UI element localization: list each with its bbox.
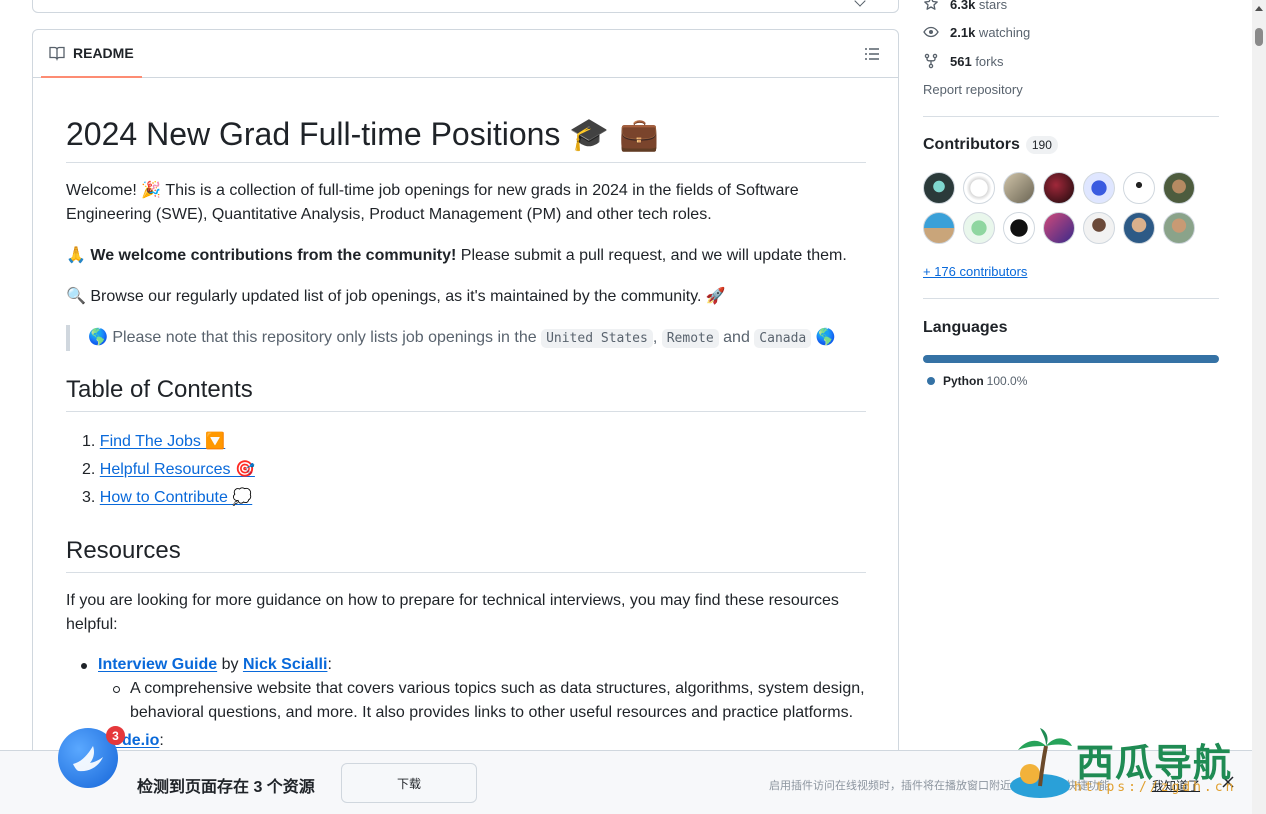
language-color-dot (927, 377, 935, 385)
language-item-python[interactable]: Python 100.0% (927, 374, 1027, 388)
readme-content: 2024 New Grad Full-time Positions 🎓 💼 We… (66, 108, 866, 753)
readme-header: README (33, 30, 898, 78)
scroll-up-arrow-icon[interactable] (1255, 6, 1263, 11)
resources-heading: Resources (66, 536, 866, 573)
code-remote: Remote (661, 329, 719, 348)
avatar[interactable] (963, 212, 995, 244)
browse-paragraph: 🔍 Browse our regularly updated list of j… (66, 284, 866, 309)
toc-link-how-to-contribute[interactable]: How to Contribute 💭 (100, 489, 252, 506)
nick-scialli-link[interactable]: Nick Scialli (243, 656, 328, 673)
chevron-down-icon[interactable] (854, 0, 866, 7)
avatar[interactable] (923, 172, 955, 204)
eye-icon (923, 26, 939, 38)
file-list-box (32, 0, 899, 13)
contribute-bold: We welcome contributions from the commun… (90, 247, 457, 264)
contribute-rest: Please submit a pull request, and we wil… (456, 247, 847, 264)
avatar[interactable] (1083, 172, 1115, 204)
forks-stat[interactable]: 561 forks (923, 53, 1004, 69)
readme-panel: README 2024 New Grad Full-time Positions… (32, 29, 899, 814)
book-icon (49, 46, 65, 61)
contributors-avatars (923, 172, 1223, 244)
fork-icon (924, 53, 938, 69)
language-bar (923, 355, 1219, 363)
avatar[interactable] (923, 212, 955, 244)
avatar[interactable] (1123, 172, 1155, 204)
readme-tab-label: README (73, 45, 134, 61)
page-scrollbar[interactable] (1252, 0, 1266, 814)
readme-title-text: 2024 New Grad Full-time Positions (66, 116, 561, 152)
magnifier-icon: 🔍 (66, 286, 86, 305)
toc-link-find-jobs[interactable]: Find The Jobs 🔽 (100, 433, 225, 450)
notification-badge: 3 (106, 726, 125, 745)
sublist: A comprehensive website that covers vari… (98, 677, 866, 725)
toc-link-helpful-resources[interactable]: Helpful Resources 🎯 (100, 461, 255, 478)
watermark-url: https://zgdh.cn (1074, 780, 1237, 795)
toc-list: 1. Find The Jobs 🔽 2. Helpful Resources … (66, 428, 866, 512)
divider (923, 298, 1219, 299)
avatar[interactable] (963, 172, 995, 204)
watching-stat[interactable]: 2.1k watching (923, 24, 1030, 40)
divider (923, 116, 1219, 117)
download-button[interactable]: 下载 (341, 763, 477, 803)
resources-intro: If you are looking for more guidance on … (66, 592, 839, 633)
toc-item: 1. Find The Jobs 🔽 (82, 433, 226, 450)
quote-prefix: 🌎 Please note that this repository only … (88, 329, 537, 346)
site-watermark: 西瓜导航 https://zgdh.cn (1010, 728, 1246, 800)
more-contributors-link[interactable]: + 176 contributors (923, 264, 1027, 279)
contributors-count-badge: 190 (1025, 136, 1058, 154)
avatar[interactable] (1083, 212, 1115, 244)
quote-and: and (723, 329, 750, 346)
readme-tab[interactable]: README (41, 30, 142, 78)
resource-detected-message: 检测到页面存在 3 个资源 (137, 779, 315, 796)
location-note-quote: 🌎 Please note that this repository only … (66, 325, 866, 351)
resources-list: Interview Guide by Nick Scialli: A compr… (66, 653, 866, 753)
pray-icon: 🙏 (66, 245, 86, 264)
contributors-heading[interactable]: Contributors 190 (923, 136, 1058, 154)
star-icon (924, 0, 938, 10)
welcome-paragraph: Welcome! 🎉 This is a collection of full-… (66, 182, 799, 223)
avatar[interactable] (1043, 172, 1075, 204)
languages-heading: Languages (923, 319, 1008, 336)
globe-icon: 🌎 (815, 327, 836, 346)
avatar[interactable] (1163, 172, 1195, 204)
watermark-title: 西瓜导航 (1076, 740, 1233, 785)
avatar[interactable] (1003, 172, 1035, 204)
avatar[interactable] (1043, 212, 1075, 244)
avatar[interactable] (1163, 212, 1195, 244)
stars-stat[interactable]: 6.3k stars (923, 0, 1007, 12)
toc-item: 2. Helpful Resources 🎯 (82, 461, 255, 478)
outline-list-icon[interactable] (864, 46, 880, 62)
report-repository-link[interactable]: Report repository (923, 82, 1023, 97)
grad-cap-briefcase-icon: 🎓 💼 (569, 115, 660, 153)
scrollbar-thumb[interactable] (1255, 28, 1263, 46)
toc-heading: Table of Contents (66, 375, 866, 412)
browse-text: Browse our regularly updated list of job… (85, 288, 726, 305)
readme-title: 2024 New Grad Full-time Positions 🎓 💼 (66, 114, 866, 163)
interview-guide-link[interactable]: Interview Guide (98, 656, 217, 673)
code-canada: Canada (754, 329, 812, 348)
avatar[interactable] (1123, 212, 1155, 244)
contribute-paragraph: 🙏 We welcome contributions from the comm… (66, 243, 866, 268)
toc-item: 3. How to Contribute 💭 (82, 489, 253, 506)
avatar[interactable] (1003, 212, 1035, 244)
list-item: Interview Guide by Nick Scialli: A compr… (66, 653, 866, 725)
list-item: A comprehensive website that covers vari… (66, 677, 866, 725)
code-united-states: United States (541, 329, 653, 348)
palm-island-logo (1010, 728, 1072, 798)
